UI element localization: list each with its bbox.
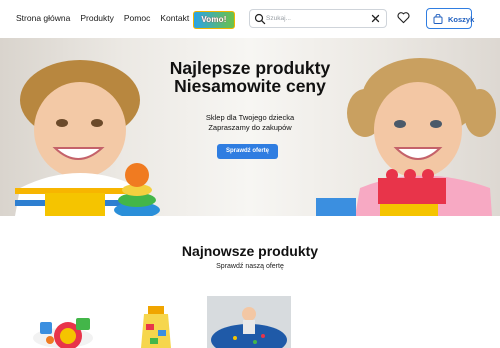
wishlist-heart-icon[interactable] [397, 11, 410, 24]
cart-label: Koszyk [448, 15, 475, 24]
product-grid [0, 290, 500, 348]
latest-products-title: Najnowsze produkty [181, 243, 319, 259]
hero-cta-button[interactable]: Sprawdź ofertę [217, 144, 278, 159]
hero-title: Najlepsze produkty Niesamowite ceny [0, 59, 500, 96]
nav-help[interactable]: Pomoc [124, 13, 150, 23]
nav-products[interactable]: Produkty [80, 13, 114, 23]
hero-title-line2: Niesamowite ceny [174, 75, 326, 96]
site-logo[interactable]: Vomo! [193, 11, 235, 29]
clear-search-icon[interactable] [370, 13, 381, 24]
product-image-play-mat[interactable] [207, 296, 291, 348]
cart-button[interactable]: Koszyk [426, 8, 475, 29]
nav-home[interactable]: Strona główna [16, 13, 70, 23]
cart-bag-icon [433, 14, 443, 24]
search-box [249, 9, 387, 28]
site-header: Strona główna Produkty Pomoc Kontakt Vom… [0, 0, 500, 38]
logo-text: Vomo! [201, 15, 227, 24]
hero-subtitle: Sklep dla Twojego dziecka Zapraszamy do … [0, 113, 500, 133]
play-mat-illustration [207, 296, 291, 348]
search-icon [254, 13, 266, 25]
latest-products-subtitle: Sprawdź naszą ofertę [216, 263, 284, 270]
hero-banner: Najlepsze produkty Niesamowite ceny Skle… [0, 38, 500, 216]
main-nav: Strona główna Produkty Pomoc Kontakt [16, 13, 189, 23]
nav-contact[interactable]: Kontakt [160, 13, 189, 23]
hero-subtitle-line2: Zapraszamy do zakupów [208, 123, 292, 132]
product-image-block-bag[interactable] [136, 304, 176, 348]
product-image-toy-snail[interactable] [28, 300, 98, 348]
hero-subtitle-line1: Sklep dla Twojego dziecka [205, 113, 295, 122]
search-input[interactable] [266, 12, 366, 25]
